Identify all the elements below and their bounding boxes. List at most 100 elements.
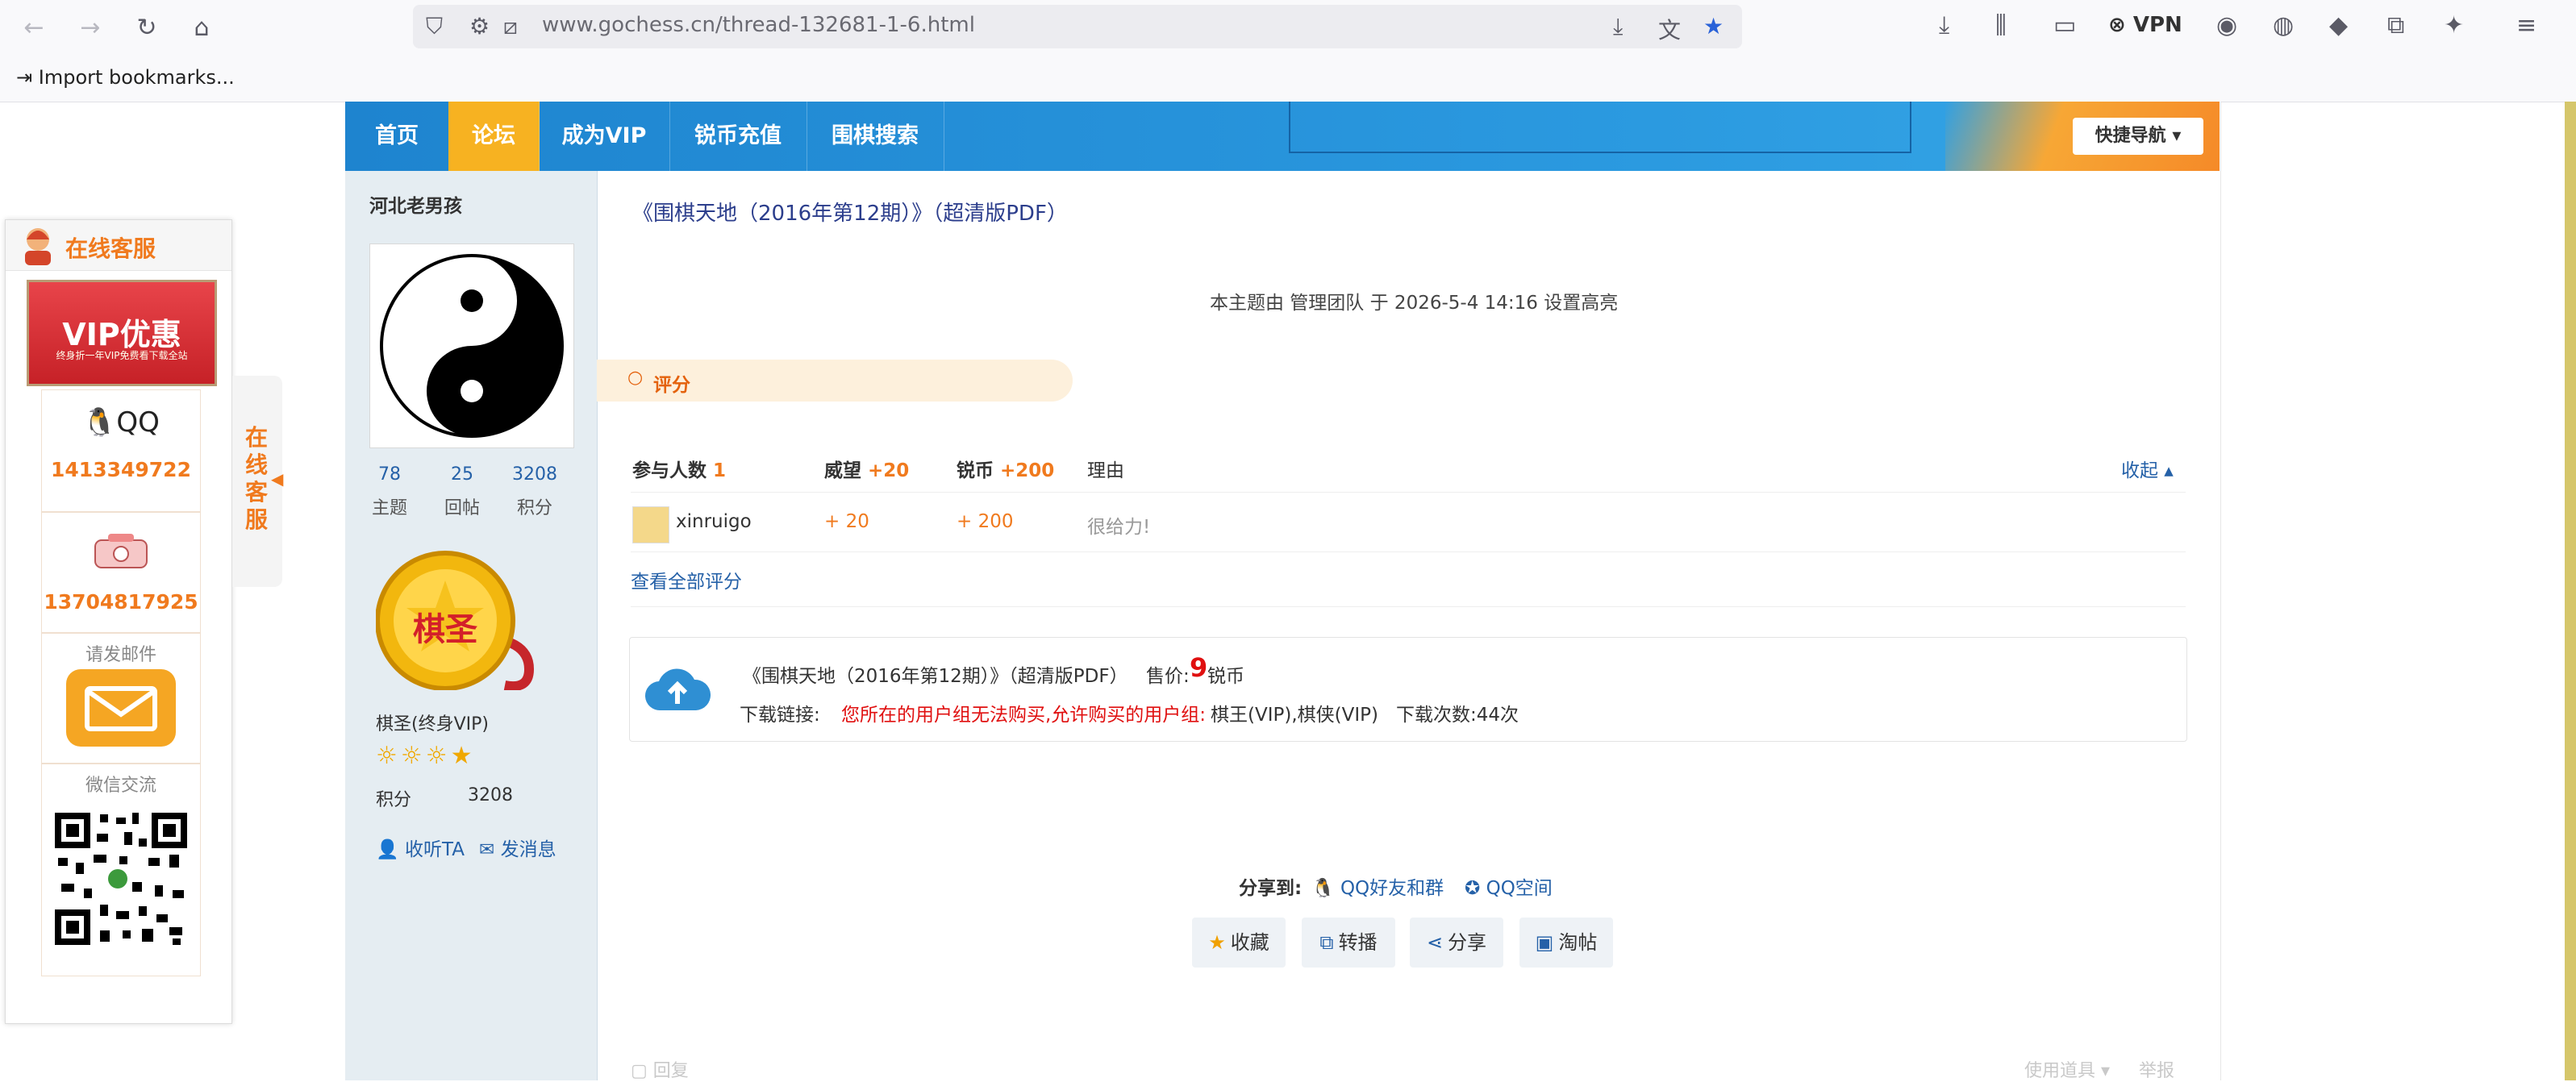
menu-icon[interactable]: ≡ bbox=[2516, 11, 2536, 40]
email-contact[interactable]: 请发邮件 bbox=[41, 633, 201, 764]
rater-coin: + 200 bbox=[957, 511, 1014, 532]
use-tools-label: 使用道具 bbox=[2024, 1061, 2096, 1081]
wechat-contact[interactable]: 微信交流 bbox=[41, 764, 201, 976]
qq-penguin-icon: 🐧 bbox=[82, 406, 117, 439]
attachment-box: 《围棋天地（2016年第12期）》（超清版PDF） 售价: 9 锐币 下载链接:… bbox=[629, 637, 2187, 742]
avatar[interactable] bbox=[369, 243, 574, 448]
vip-banner-text: VIP优惠 bbox=[62, 317, 181, 352]
allowed-groups: 棋王(VIP),棋侠(VIP) bbox=[1211, 705, 1378, 726]
message-link[interactable]: ✉ 发消息 bbox=[479, 834, 556, 861]
back-icon[interactable]: ← bbox=[16, 10, 52, 45]
price-label: 售价: bbox=[1146, 666, 1190, 687]
rater-avatar[interactable] bbox=[632, 506, 669, 543]
share-qzone-label: QQ空间 bbox=[1486, 878, 1553, 899]
extension-shield-icon[interactable]: ◆ bbox=[2329, 11, 2348, 40]
shield-icon[interactable]: ⛉ bbox=[426, 13, 443, 40]
translate-icon[interactable]: 文 bbox=[1658, 13, 1681, 45]
share-qq-friends-link[interactable]: 🐧 QQ好友和群 bbox=[1311, 872, 1444, 900]
collect-thread-label: 淘帖 bbox=[1558, 931, 1598, 954]
reply-link[interactable]: ▢ 回复 bbox=[631, 1056, 689, 1082]
bookmark-star-icon[interactable]: ★ bbox=[1703, 13, 1724, 40]
nav-forum[interactable]: 论坛 bbox=[448, 102, 540, 171]
quick-nav-button[interactable]: 快捷导航 ▾ bbox=[2073, 118, 2203, 155]
rating-section-label: 评分 bbox=[653, 375, 690, 396]
mail-icon bbox=[66, 669, 176, 747]
import-icon: ⇥ bbox=[16, 66, 39, 89]
circle-icon: ○ bbox=[627, 368, 644, 388]
participants-label: 参与人数 bbox=[632, 460, 707, 481]
permissions-icon[interactable]: ⚙ bbox=[469, 13, 490, 40]
share-button[interactable]: ⋖ 分享 bbox=[1410, 918, 1503, 968]
vip-banner[interactable]: VIP优惠 终身折一年VIP免费看下载全站 bbox=[27, 280, 217, 386]
sidebar-icon[interactable]: ▭ bbox=[2053, 11, 2076, 40]
report-link[interactable]: 举报 bbox=[2139, 1056, 2174, 1082]
stat-threads-value[interactable]: 78 bbox=[353, 464, 426, 485]
forward-icon[interactable]: → bbox=[73, 10, 108, 45]
divider bbox=[631, 606, 2186, 607]
service-title: 在线客服 bbox=[65, 235, 156, 262]
repost-button[interactable]: ⧉ 转播 bbox=[1302, 918, 1395, 968]
downloads-icon[interactable]: ⤓ bbox=[1939, 11, 1949, 40]
collect-thread-button[interactable]: ▣ 淘帖 bbox=[1519, 918, 1613, 968]
stat-replies-value[interactable]: 25 bbox=[426, 464, 498, 485]
qzone-star-icon: ✪ bbox=[1465, 878, 1486, 899]
share-qq-friends-label: QQ好友和群 bbox=[1340, 878, 1444, 899]
divider bbox=[631, 551, 2186, 552]
rating-collapse-link[interactable]: 收起 ▴ bbox=[2121, 455, 2174, 482]
credit-value: 3208 bbox=[468, 785, 513, 805]
phone-number: 13704817925 bbox=[44, 590, 198, 614]
import-bookmarks-link[interactable]: ⇥ Import bookmarks... bbox=[16, 66, 235, 89]
download-link-label: 下载链接: bbox=[740, 705, 820, 726]
nav-go-search[interactable]: 围棋搜索 bbox=[807, 102, 944, 171]
extension-t-icon[interactable]: ◉ bbox=[2216, 11, 2237, 40]
extensions-puzzle-icon[interactable]: ⧉ bbox=[2387, 11, 2404, 40]
author-name[interactable]: 河北老男孩 bbox=[369, 190, 462, 218]
download-count: 下载次数:44次 bbox=[1396, 705, 1519, 726]
rater-name[interactable]: xinruigo bbox=[676, 511, 752, 532]
bookmarks-bar: ⇥ Import bookmarks... bbox=[0, 53, 2576, 102]
rater-prestige: + 20 bbox=[824, 511, 869, 532]
url-bar[interactable]: ⛉ ⚙ ⧄ www.gochess.cn/thread-132681-1-6.h… bbox=[413, 5, 1742, 48]
collect-box-icon: ▣ bbox=[1535, 931, 1554, 954]
library-icon[interactable]: ⫼ bbox=[1995, 11, 2007, 40]
vpn-icon: ⊗ bbox=[2108, 13, 2133, 37]
nav-home[interactable]: 首页 bbox=[345, 102, 449, 171]
attachment-title[interactable]: 《围棋天地（2016年第12期）》（超清版PDF） bbox=[743, 660, 1128, 688]
rating-coin-header: 锐币 +200 bbox=[957, 455, 1054, 482]
use-tools-link[interactable]: 使用道具 ▾ bbox=[2024, 1056, 2110, 1082]
phone-contact[interactable]: 13704817925 bbox=[41, 512, 201, 633]
user-group: 棋圣(终身VIP) bbox=[376, 714, 489, 735]
service-side-tab[interactable]: 在线客服 ◀ bbox=[232, 376, 284, 587]
wechat-qr-code bbox=[52, 809, 190, 948]
save-page-icon[interactable]: ⤓ bbox=[1613, 13, 1623, 40]
author-profile: 河北老男孩 78 主题 25 回帖 3208 积分 棋圣 棋圣(终身VIP) ☼… bbox=[345, 171, 598, 1080]
external-link-icon: ⧉ bbox=[1319, 931, 1334, 954]
reload-icon[interactable]: ↻ bbox=[129, 10, 165, 45]
view-all-ratings-link[interactable]: 查看全部评分 bbox=[631, 566, 742, 593]
stat-points-value[interactable]: 3208 bbox=[498, 464, 571, 485]
home-icon[interactable]: ⌂ bbox=[184, 10, 219, 45]
thread-title[interactable]: 《围棋天地（2016年第12期）》（超清版PDF） bbox=[632, 197, 1068, 227]
highlight-notice: 本主题由 管理团队 于 2026-5-4 14:16 设置高亮 bbox=[1210, 293, 1619, 314]
envelope-icon: ✉ bbox=[479, 839, 501, 860]
telephone-icon bbox=[94, 534, 148, 568]
qq-penguin-icon: 🐧 bbox=[1311, 878, 1340, 899]
caret-left-icon: ◀ bbox=[271, 469, 284, 489]
share-qzone-link[interactable]: ✪ QQ空间 bbox=[1465, 872, 1553, 900]
qq-contact[interactable]: 🐧QQ 1413349722 bbox=[41, 389, 201, 512]
follow-link[interactable]: 👤 收听TA bbox=[376, 834, 465, 861]
side-tab-label: 在线客服 bbox=[244, 424, 268, 533]
nav-recharge[interactable]: 锐币充值 bbox=[669, 102, 807, 171]
extension-color-icon[interactable]: ✦ bbox=[2444, 11, 2464, 40]
rating-section-bar: ○ 评分 bbox=[597, 360, 1073, 402]
message-label: 发消息 bbox=[500, 839, 556, 860]
stat-points-label: 积分 bbox=[516, 498, 552, 518]
url-text[interactable]: www.gochess.cn/thread-132681-1-6.html bbox=[542, 13, 975, 37]
caret-down-icon: ▾ bbox=[2165, 126, 2182, 146]
vpn-button[interactable]: ⊗ VPN bbox=[2108, 13, 2182, 37]
nav-become-vip[interactable]: 成为VIP bbox=[539, 102, 670, 171]
screen-share-icon[interactable]: ⧄ bbox=[503, 13, 518, 40]
extension-globe-icon[interactable]: ◍ bbox=[2273, 11, 2294, 40]
participants-count: 1 bbox=[713, 460, 727, 481]
favorite-button[interactable]: ★ 收藏 bbox=[1192, 918, 1286, 968]
